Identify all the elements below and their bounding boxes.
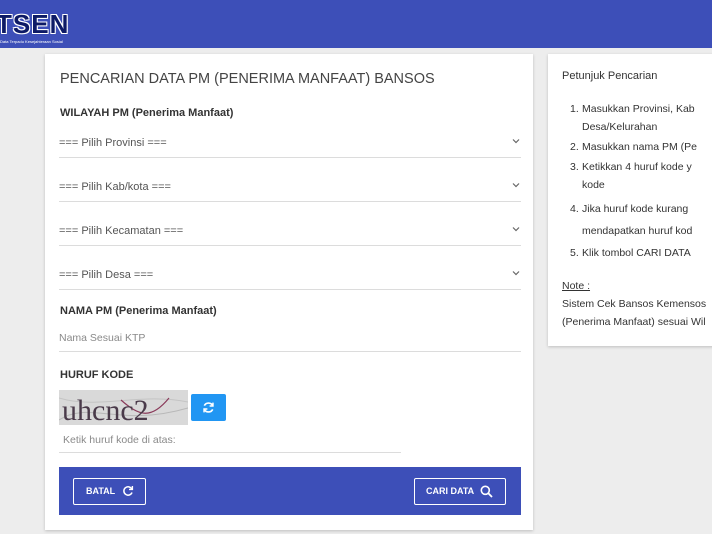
name-input[interactable]: Nama Sesuai KTP xyxy=(59,324,521,352)
desa-select[interactable]: === Pilih Desa === xyxy=(59,260,521,290)
desa-select-value: === Pilih Desa === xyxy=(59,269,154,281)
logo-text: TSEN xyxy=(0,9,70,39)
search-icon xyxy=(480,485,493,498)
captcha-text: uhcnc2 xyxy=(62,394,149,425)
cancel-button[interactable]: BATAL xyxy=(73,478,146,505)
search-button[interactable]: CARI DATA xyxy=(414,478,506,505)
page-title: PENCARIAN DATA PM (PENERIMA MANFAAT) BAN… xyxy=(60,71,435,87)
kecamatan-select-value: === Pilih Kecamatan === xyxy=(59,225,184,237)
guide-title: Petunjuk Pencarian xyxy=(562,70,658,82)
top-navbar: TSEN Data Terpadu Kesejahteraan Sosial xyxy=(0,0,712,48)
note-text: Sistem Cek Bansos Kemensos xyxy=(562,298,707,310)
code-label: HURUF KODE xyxy=(60,369,134,381)
province-select[interactable]: === Pilih Provinsi === xyxy=(59,128,521,158)
chevron-down-icon xyxy=(511,268,521,278)
search-form-card: PENCARIAN DATA PM (PENERIMA MANFAAT) BAN… xyxy=(45,54,533,530)
form-action-bar: BATAL CARI DATA xyxy=(59,467,521,515)
refresh-icon xyxy=(203,402,214,413)
captcha-input[interactable]: Ketik huruf kode di atas: xyxy=(59,429,401,453)
name-input-placeholder: Nama Sesuai KTP xyxy=(59,332,146,344)
captcha-image: uhcnc2 xyxy=(59,390,188,425)
kecamatan-select[interactable]: === Pilih Kecamatan === xyxy=(59,216,521,246)
search-guide-card: Petunjuk Pencarian 1. Masukkan Provinsi,… xyxy=(548,54,712,346)
note-label: Note : xyxy=(562,280,591,292)
kabkota-select-value: === Pilih Kab/kota === xyxy=(59,181,171,193)
note-text: (Penerima Manfaat) sesuai Wil xyxy=(562,316,706,328)
refresh-captcha-button[interactable] xyxy=(191,394,226,421)
captcha-input-placeholder: Ketik huruf kode di atas: xyxy=(63,434,176,446)
logo[interactable]: TSEN Data Terpadu Kesejahteraan Sosial xyxy=(0,10,68,46)
kabkota-select[interactable]: === Pilih Kab/kota === xyxy=(59,172,521,202)
logo-subtitle: Data Terpadu Kesejahteraan Sosial xyxy=(0,39,63,44)
chevron-down-icon xyxy=(511,136,521,146)
region-label: WILAYAH PM (Penerima Manfaat) xyxy=(60,107,234,119)
chevron-down-icon xyxy=(511,224,521,234)
search-button-label: CARI DATA xyxy=(426,486,475,496)
chevron-down-icon xyxy=(511,180,521,190)
cancel-button-label: BATAL xyxy=(86,486,116,496)
province-select-value: === Pilih Provinsi === xyxy=(59,137,167,149)
reload-icon xyxy=(123,486,134,496)
name-label: NAMA PM (Penerima Manfaat) xyxy=(60,305,217,317)
